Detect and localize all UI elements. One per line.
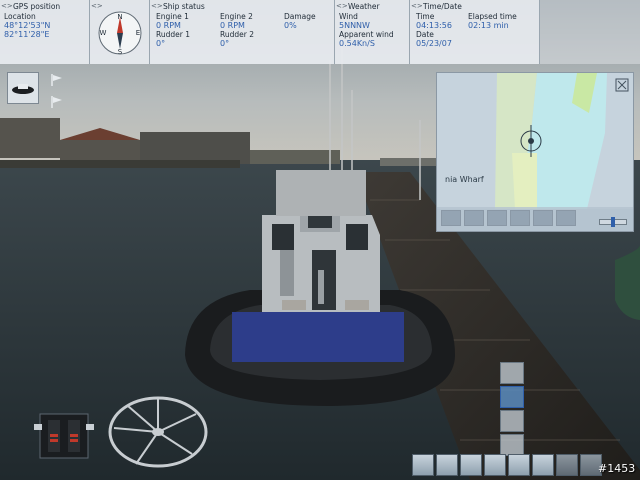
apparent-wind-value: 0.54Kn/S [339,39,375,48]
latitude-value: 48°12'53"N [4,21,51,30]
map-button[interactable] [436,454,458,476]
camera-tower-button[interactable] [500,434,524,456]
zoom-slider-knob[interactable] [611,217,615,227]
bottom-toolbar [412,454,602,476]
boat-icon [12,84,34,94]
compass-w: W [99,29,106,37]
apparent-wind-label: Apparent wind [339,30,394,39]
camera-free-button[interactable] [500,410,524,432]
wind-value: 5NNNW [339,21,370,30]
minimap[interactable]: nia Wharf [436,72,634,232]
rudder2-label: Rudder 2 [220,30,255,39]
panel-collapse-icon[interactable]: <> [91,2,103,10]
time-value: 04:13:56 [416,21,452,30]
engine1-value: 0 RPM [156,21,181,30]
frame-number: #1453 [598,462,636,475]
compass-panel: <> N S E W [90,0,150,64]
date-label: Date [416,30,434,39]
flag-icon [51,74,62,86]
longitude-value: 82°11'28"E [4,30,50,39]
time-date-title: Time/Date [423,2,462,11]
flag-button-1[interactable] [50,72,64,86]
minimap-zoom-slider[interactable] [599,217,627,227]
minimap-tool-6[interactable] [556,210,576,226]
location-label: Location [4,12,36,21]
camera-rear-button[interactable] [500,362,524,384]
hud-top-bar: <> GPS position Location 48°12'53"N 82°1… [0,0,640,64]
ship-status-title: Ship status [163,2,205,11]
time-label: Time [416,12,435,21]
panel-collapse-icon[interactable]: <> [151,2,163,10]
gps-panel: <> GPS position Location 48°12'53"N 82°1… [0,0,90,64]
throttle-control[interactable] [34,412,94,460]
engine2-value: 0 RPM [220,21,245,30]
expand-icon [615,78,629,92]
camera-bridge-button[interactable] [500,386,524,408]
minimap-tool-3[interactable] [487,210,507,226]
wind-label: Wind [339,12,358,21]
boat-select-button[interactable] [7,72,39,104]
minimap-place-label: nia Wharf [445,175,484,184]
elapsed-value: 02:13 min [468,21,509,30]
panel-collapse-icon[interactable]: <> [411,2,423,10]
camera-button[interactable] [508,454,530,476]
rudder1-value: 0° [156,39,166,48]
minimap-tool-4[interactable] [510,210,530,226]
panel-collapse-icon[interactable]: <> [1,2,13,10]
hud-filler [540,0,640,64]
camera-view-column [500,362,524,456]
ship-status-panel: <> Ship status Engine 1 0 RPM Rudder 1 0… [150,0,335,64]
ship-view-button[interactable] [532,454,554,476]
rope-button[interactable] [484,454,506,476]
weather-title: Weather [348,2,380,11]
info-button[interactable] [412,454,434,476]
engine2-label: Engine 2 [220,12,253,21]
time-date-panel: <> Time/Date Time 04:13:56 Date 05/23/07… [410,0,540,64]
gps-title: GPS position [13,2,61,11]
rudder1-label: Rudder 1 [156,30,191,39]
minimap-tool-1[interactable] [441,210,461,226]
rudder2-value: 0° [220,39,230,48]
steering-wheel[interactable] [106,394,210,470]
minimap-expand-button[interactable] [615,77,629,92]
flag-icon [51,96,62,108]
compass-e: E [135,29,139,37]
minimap-chart [437,73,633,209]
flag-button-2[interactable] [50,94,64,108]
minimap-tool-5[interactable] [533,210,553,226]
damage-label: Damage [284,12,316,21]
weather-panel: <> Weather Wind 5NNNW Apparent wind 0.54… [335,0,410,64]
elapsed-label: Elapsed time [468,12,517,21]
minimap-tool-2[interactable] [464,210,484,226]
compass-icon: N S E W [98,11,141,56]
engine1-label: Engine 1 [156,12,189,21]
knot-button[interactable] [460,454,482,476]
panel-collapse-icon[interactable]: <> [336,2,348,10]
compass-s: S [117,48,122,56]
lens-button[interactable] [556,454,578,476]
damage-value: 0% [284,21,297,30]
date-value: 05/23/07 [416,39,452,48]
